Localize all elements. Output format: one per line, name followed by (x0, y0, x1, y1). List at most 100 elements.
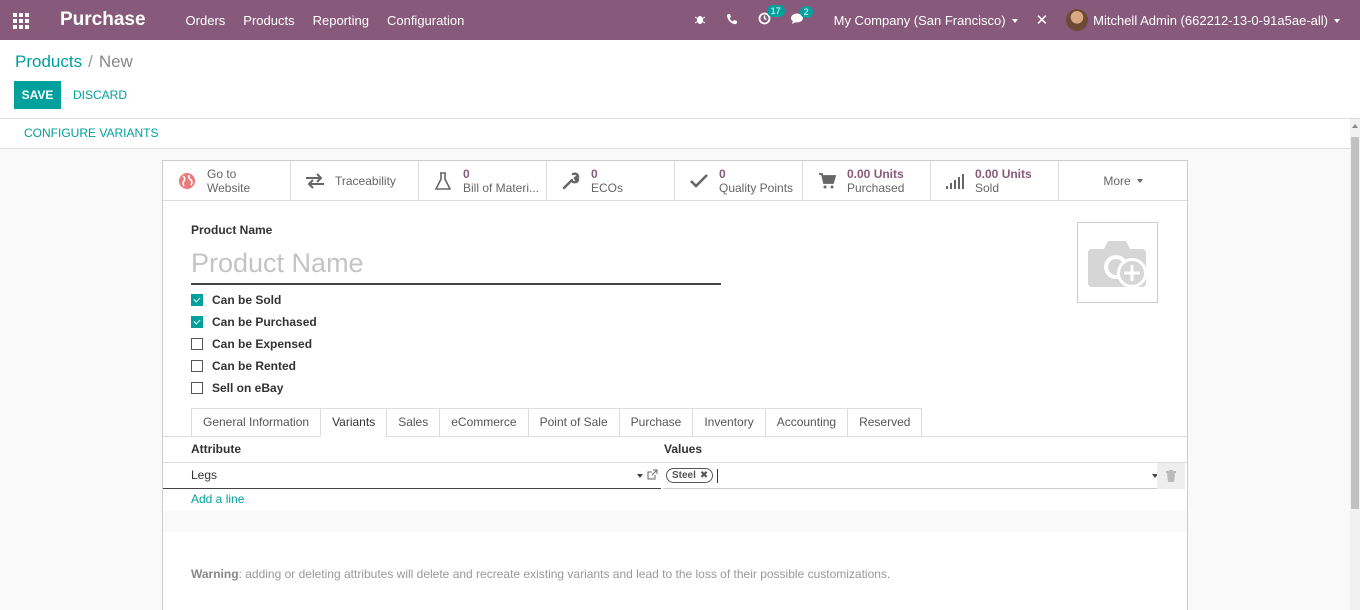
bom-label: Bill of Materi... (463, 181, 540, 195)
add-line-link[interactable]: Add a line (191, 492, 244, 506)
bom-button[interactable]: 0 Bill of Materi... (419, 161, 547, 201)
can-be-rented-checkbox[interactable] (191, 360, 203, 372)
ecos-button[interactable]: 0 ECOs (547, 161, 675, 201)
scrollbar[interactable] (1350, 119, 1360, 610)
tab-sales[interactable]: Sales (386, 408, 440, 437)
scroll-up-icon[interactable] (1352, 124, 1358, 128)
warning-title: Warning (191, 567, 239, 581)
sold-label: Sold (975, 181, 1000, 195)
tab-general-information[interactable]: General Information (191, 408, 321, 437)
tab-reserved[interactable]: Reserved (847, 408, 923, 437)
breadcrumb: Products / New (15, 52, 133, 72)
bug-icon[interactable] (694, 13, 706, 28)
tab-ecommerce[interactable]: eCommerce (439, 408, 528, 437)
activity-icon[interactable]: 17 (758, 5, 785, 28)
variants-table-header: Attribute Values (191, 442, 1187, 456)
tab-inventory[interactable]: Inventory (692, 408, 765, 437)
phone-icon[interactable] (726, 13, 738, 28)
app-name[interactable]: Purchase (60, 9, 146, 31)
control-panel: Products / New SAVE DISCARD (0, 40, 1360, 119)
form-sheet: Go to Website Traceability 0 Bill of Mater… (162, 160, 1188, 610)
chevron-down-icon (1011, 19, 1018, 24)
smart-button-box: Go to Website Traceability 0 Bill of Mater… (163, 161, 1187, 201)
avatar[interactable] (1066, 9, 1089, 31)
product-name-label: Product Name (191, 223, 273, 237)
camera-plus-icon (1087, 240, 1147, 288)
form-statusbar: CONFIGURE VARIANTS (0, 119, 1350, 149)
remove-tag-icon[interactable]: ✖ (700, 469, 708, 482)
can-be-purchased-checkbox[interactable] (191, 316, 203, 328)
website-button[interactable]: Go to Website (163, 161, 291, 201)
notebook-tabs: General Information Variants Sales eComm… (191, 408, 923, 437)
value-tag-label: Steel (672, 470, 696, 481)
menu-orders[interactable]: Orders (186, 13, 226, 28)
user-menu[interactable]: Mitchell Admin (662212-13-0-91a5ae-all) (1093, 13, 1340, 28)
breadcrumb-products[interactable]: Products (15, 52, 82, 71)
quality-points-button[interactable]: 0 Quality Points (675, 161, 803, 201)
values-column-header: Values (664, 442, 703, 456)
apps-menu-icon[interactable] (13, 13, 31, 29)
systray: 17 2 My Company (San Francisco) ✕ Mitche… (684, 0, 1360, 40)
tab-point-of-sale[interactable]: Point of Sale (527, 408, 619, 437)
value-tag: Steel ✖ (666, 468, 714, 483)
can-be-sold-checkbox[interactable] (191, 294, 203, 306)
purchased-value: 0.00 Units (847, 167, 904, 181)
menu-products[interactable]: Products (243, 13, 294, 28)
website-line2: Website (207, 181, 251, 195)
company-name: My Company (San Francisco) (833, 12, 1006, 28)
website-line1: Go to (207, 167, 237, 181)
can-be-sold-label: Can be Sold (212, 293, 282, 307)
company-switcher[interactable]: My Company (San Francisco) (834, 13, 1018, 28)
tab-purchase[interactable]: Purchase (618, 408, 693, 437)
more-label: More (1103, 174, 1131, 188)
variants-warning: Warning: adding or deleting attributes w… (191, 567, 890, 581)
menu-reporting[interactable]: Reporting (313, 13, 369, 28)
values-many2many-input[interactable]: Steel ✖ (663, 463, 1158, 489)
purchased-button[interactable]: 0.00 Units Purchased (803, 161, 931, 201)
traceability-button[interactable]: Traceability (291, 161, 419, 201)
signal-icon (945, 171, 965, 191)
messages-icon[interactable]: 2 (790, 5, 813, 28)
chevron-down-icon (1136, 179, 1143, 183)
tab-accounting[interactable]: Accounting (764, 408, 848, 437)
top-navbar: Purchase Orders Products Reporting Confi… (0, 0, 1360, 40)
discard-button[interactable]: DISCARD (73, 81, 127, 109)
tab-variants[interactable]: Variants (320, 408, 387, 437)
chevron-down-icon (1334, 19, 1340, 24)
globe-icon (177, 171, 197, 191)
check-icon (689, 171, 709, 191)
breadcrumb-current: New (98, 52, 133, 71)
menu-configuration[interactable]: Configuration (387, 13, 464, 28)
delete-row-button[interactable] (1157, 463, 1185, 489)
product-image-upload[interactable] (1077, 222, 1158, 303)
main-menu: Orders Products Reporting Configuration (186, 13, 483, 28)
sell-on-ebay-checkbox[interactable] (191, 382, 203, 394)
scroll-thumb[interactable] (1351, 137, 1359, 509)
attribute-value: Legs (191, 468, 218, 482)
external-link-icon[interactable] (647, 469, 658, 480)
attribute-select[interactable]: Legs (163, 463, 661, 489)
chevron-down-icon[interactable] (637, 474, 643, 478)
configure-variants-button[interactable]: CONFIGURE VARIANTS (24, 126, 158, 140)
product-flags: Can be Sold Can be Purchased Can be Expe… (191, 289, 317, 399)
more-button[interactable]: More (1059, 161, 1187, 201)
save-button[interactable]: SAVE (14, 81, 61, 109)
ecos-count: 0 (591, 167, 598, 181)
can-be-expensed-checkbox[interactable] (191, 338, 203, 350)
breadcrumb-separator: / (88, 52, 93, 71)
sell-on-ebay-row: Sell on eBay (191, 377, 317, 399)
purchased-label: Purchased (847, 181, 905, 195)
ecos-label: ECOs (591, 181, 624, 195)
wrench-icon (561, 171, 581, 191)
product-name-input[interactable] (191, 243, 721, 285)
can-be-expensed-label: Can be Expensed (212, 337, 313, 351)
can-be-rented-label: Can be Rented (212, 359, 297, 373)
arrows-icon (305, 171, 325, 191)
can-be-purchased-label: Can be Purchased (212, 315, 317, 329)
sold-button[interactable]: 0.00 Units Sold (931, 161, 1059, 201)
close-icon[interactable]: ✕ (1036, 11, 1049, 29)
activity-count-badge: 17 (766, 5, 785, 17)
attribute-column-header: Attribute (191, 442, 241, 456)
warning-text: : adding or deleting attributes will del… (238, 567, 891, 581)
can-be-purchased-row: Can be Purchased (191, 311, 317, 333)
